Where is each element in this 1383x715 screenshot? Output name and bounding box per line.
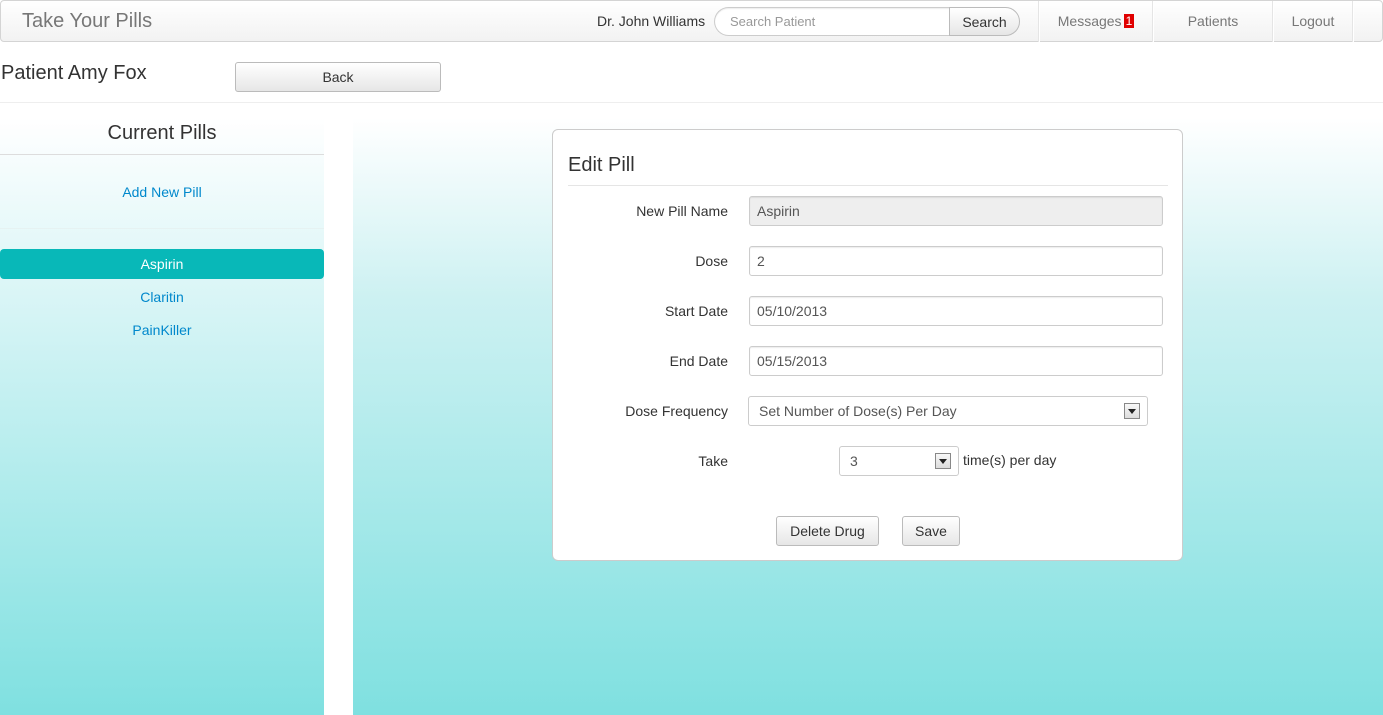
edit-pill-card: Edit Pill New Pill Name Dose Start Date …: [552, 129, 1183, 561]
take-count-value: 3: [850, 453, 858, 469]
add-new-pill-link[interactable]: Add New Pill: [0, 184, 324, 200]
sidebar-divider: [0, 154, 324, 155]
start-date-field[interactable]: [749, 296, 1163, 326]
messages-count-badge: 1: [1123, 14, 1135, 28]
start-date-label: Start Date: [664, 303, 728, 319]
search-button[interactable]: Search: [949, 7, 1020, 36]
pill-name-field[interactable]: [749, 196, 1163, 226]
dose-frequency-select[interactable]: Set Number of Dose(s) Per Day: [748, 396, 1148, 426]
pill-item-aspirin[interactable]: Aspirin: [0, 249, 324, 279]
pill-name-label: New Pill Name: [636, 203, 728, 219]
search-input[interactable]: [714, 7, 950, 36]
patient-title: Patient Amy Fox: [1, 62, 147, 84]
pill-item-painkiller[interactable]: PainKiller: [0, 315, 324, 345]
nav-divider: [1352, 1, 1354, 42]
nav-logout[interactable]: Logout: [1274, 1, 1352, 42]
pill-list: Aspirin Claritin PainKiller: [0, 249, 324, 348]
sidebar-divider: [0, 228, 324, 229]
chevron-down-icon: [1124, 403, 1140, 419]
patient-search: Search: [714, 7, 1020, 36]
nav-messages-label: Messages: [1057, 13, 1122, 29]
back-button[interactable]: Back: [235, 62, 441, 92]
take-count-select[interactable]: 3: [839, 446, 959, 476]
dose-field[interactable]: [749, 246, 1163, 276]
end-date-label: End Date: [669, 353, 728, 369]
take-suffix: time(s) per day: [963, 452, 1057, 468]
brand-title[interactable]: Take Your Pills: [22, 10, 152, 33]
top-navbar: Take Your Pills Dr. John Williams Search…: [0, 0, 1383, 42]
dose-label: Dose: [695, 253, 728, 269]
card-title: Edit Pill: [568, 154, 635, 176]
dose-frequency-value: Set Number of Dose(s) Per Day: [759, 403, 957, 419]
sidebar-title: Current Pills: [107, 122, 217, 144]
pills-sidebar: Current Pills Add New Pill Aspirin Clari…: [0, 118, 324, 715]
take-label: Take: [698, 453, 728, 469]
chevron-down-icon: [935, 453, 951, 469]
dose-frequency-label: Dose Frequency: [625, 403, 728, 419]
nav-messages[interactable]: Messages 1: [1040, 1, 1152, 42]
save-button[interactable]: Save: [902, 516, 960, 546]
end-date-field[interactable]: [749, 346, 1163, 376]
doctor-name: Dr. John Williams: [597, 13, 706, 29]
header-divider: [0, 102, 1383, 103]
pill-item-claritin[interactable]: Claritin: [0, 282, 324, 312]
card-divider: [568, 185, 1168, 186]
nav-patients[interactable]: Patients: [1154, 1, 1272, 42]
delete-drug-button[interactable]: Delete Drug: [776, 516, 879, 546]
